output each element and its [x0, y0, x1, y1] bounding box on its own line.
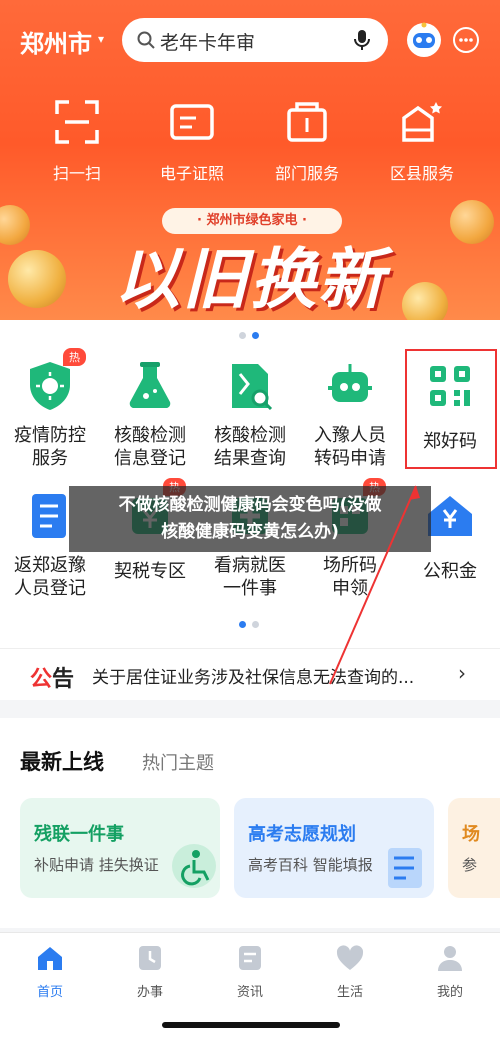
microphone-icon[interactable]: [350, 28, 374, 52]
district-icon: [402, 102, 442, 142]
quick-action-district[interactable]: 区县服务: [367, 96, 477, 184]
card-partial[interactable]: 场 参: [448, 798, 500, 898]
robot-code-icon: [328, 364, 372, 402]
robot-assistant-icon[interactable]: [404, 20, 444, 60]
notice-logo: 公告: [30, 667, 75, 692]
quick-action-scan[interactable]: 扫一扫: [22, 96, 132, 184]
top-bar: 郑州市 ▾ 老年卡年审: [0, 14, 500, 70]
quick-action-label: 区县服务: [389, 164, 454, 183]
banner-pager: [236, 324, 262, 339]
caret-down-icon[interactable]: ▾: [98, 32, 104, 46]
more-icon[interactable]: [452, 26, 480, 54]
notice-bar[interactable]: 公告 关于居住证业务涉及社保信息无法查询的... ›: [0, 648, 500, 698]
scan-icon: [55, 100, 99, 144]
service-label: 契税专区: [114, 561, 186, 582]
tab-news[interactable]: 资讯: [210, 943, 290, 1000]
user-icon: [438, 946, 462, 971]
tab-latest[interactable]: 最新上线: [20, 746, 104, 776]
search-icon: [137, 31, 155, 49]
card-title: 残联一件事: [34, 824, 124, 845]
tab-services[interactable]: 办事: [110, 943, 190, 1000]
department-icon: [287, 102, 327, 142]
pager-dot: [252, 621, 259, 628]
tab-home[interactable]: 首页: [10, 943, 90, 1000]
task-icon: [139, 946, 161, 970]
banner-title: 以旧换新: [114, 241, 386, 318]
quick-action-label: 扫一扫: [52, 164, 101, 183]
card-disability-service[interactable]: 残联一件事 补贴申请 挂失换证: [20, 798, 220, 898]
service-label: 入豫人员 转码申请: [314, 425, 386, 469]
service-label: 核酸检测 信息登记: [114, 425, 186, 469]
search-input[interactable]: 老年卡年审: [160, 28, 255, 55]
tab-label: 资讯: [236, 985, 263, 1000]
service-epidemic-control[interactable]: 热 疫情防控 服务: [0, 348, 100, 470]
id-card-icon: [170, 104, 214, 140]
service-nucleic-registration[interactable]: 核酸检测 信息登记: [100, 358, 200, 470]
accessibility-icon: [172, 844, 216, 888]
services-pager: [236, 613, 262, 628]
document-icon: [388, 848, 422, 888]
service-label: 公积金: [423, 561, 477, 582]
tab-label: 办事: [136, 985, 163, 1000]
service-label: 返郑返豫 人员登记: [14, 555, 86, 599]
report-search-icon: [232, 364, 273, 411]
latest-section: 最新上线 热门主题 残联一件事 补贴申请 挂失换证 高考志愿规划 高考百科 智能…: [0, 718, 500, 928]
pager-dot-active: [239, 621, 246, 628]
quick-action-label: 电子证照: [159, 164, 224, 183]
service-henan-entry-code[interactable]: 入豫人员 转码申请: [300, 358, 400, 470]
home-indicator: [162, 1022, 340, 1028]
chevron-right-icon: ›: [458, 661, 466, 685]
heart-icon: [336, 945, 364, 970]
caption-line: 核酸健康码变黄怎么办): [161, 522, 339, 542]
tab-hot-topics[interactable]: 热门主题: [142, 749, 214, 775]
news-icon: [239, 946, 261, 970]
card-subtitle: 高考百科 智能填报: [248, 856, 373, 874]
quick-action-e-license[interactable]: 电子证照: [137, 96, 247, 184]
service-nucleic-result[interactable]: 核酸检测 结果查询: [200, 358, 300, 470]
notice-text: 关于居住证业务涉及社保信息无法查询的...: [92, 668, 415, 688]
pager-dot-active: [252, 332, 259, 339]
flask-icon: [129, 362, 171, 408]
home-icon: [38, 947, 62, 970]
card-subtitle: 参: [462, 856, 478, 874]
highlight-box: [405, 349, 497, 469]
search-bar[interactable]: 老年卡年审: [122, 18, 388, 62]
service-label: 核酸检测 结果查询: [214, 425, 286, 469]
card-subtitle: 补贴申请 挂失换证: [34, 856, 159, 874]
tab-label: 生活: [336, 985, 363, 1000]
tab-label: 我的: [436, 985, 463, 1000]
tab-mine[interactable]: 我的: [410, 943, 490, 1000]
caption-line: 不做核酸检测健康码会变色吗(没做: [118, 495, 382, 515]
card-title: 高考志愿规划: [248, 824, 356, 845]
virus-shield-icon: [30, 362, 70, 410]
city-selector[interactable]: 郑州市: [20, 24, 92, 59]
pager-dot: [239, 332, 246, 339]
quick-action-label: 部门服务: [274, 164, 339, 183]
article-caption-overlay: 不做核酸检测健康码会变色吗(没做 核酸健康码变黄怎么办): [69, 486, 431, 552]
service-label: 看病就医 一件事: [214, 555, 286, 599]
tab-label: 首页: [36, 985, 63, 1000]
hot-badge: 热: [63, 348, 86, 366]
service-label: 疫情防控 服务: [14, 425, 86, 469]
card-college-planning[interactable]: 高考志愿规划 高考百科 智能填报: [234, 798, 434, 898]
service-label: 场所码 申领: [323, 555, 377, 599]
quick-action-department[interactable]: 部门服务: [252, 96, 362, 184]
tab-life[interactable]: 生活: [310, 943, 390, 1000]
card-title: 场: [462, 824, 480, 845]
